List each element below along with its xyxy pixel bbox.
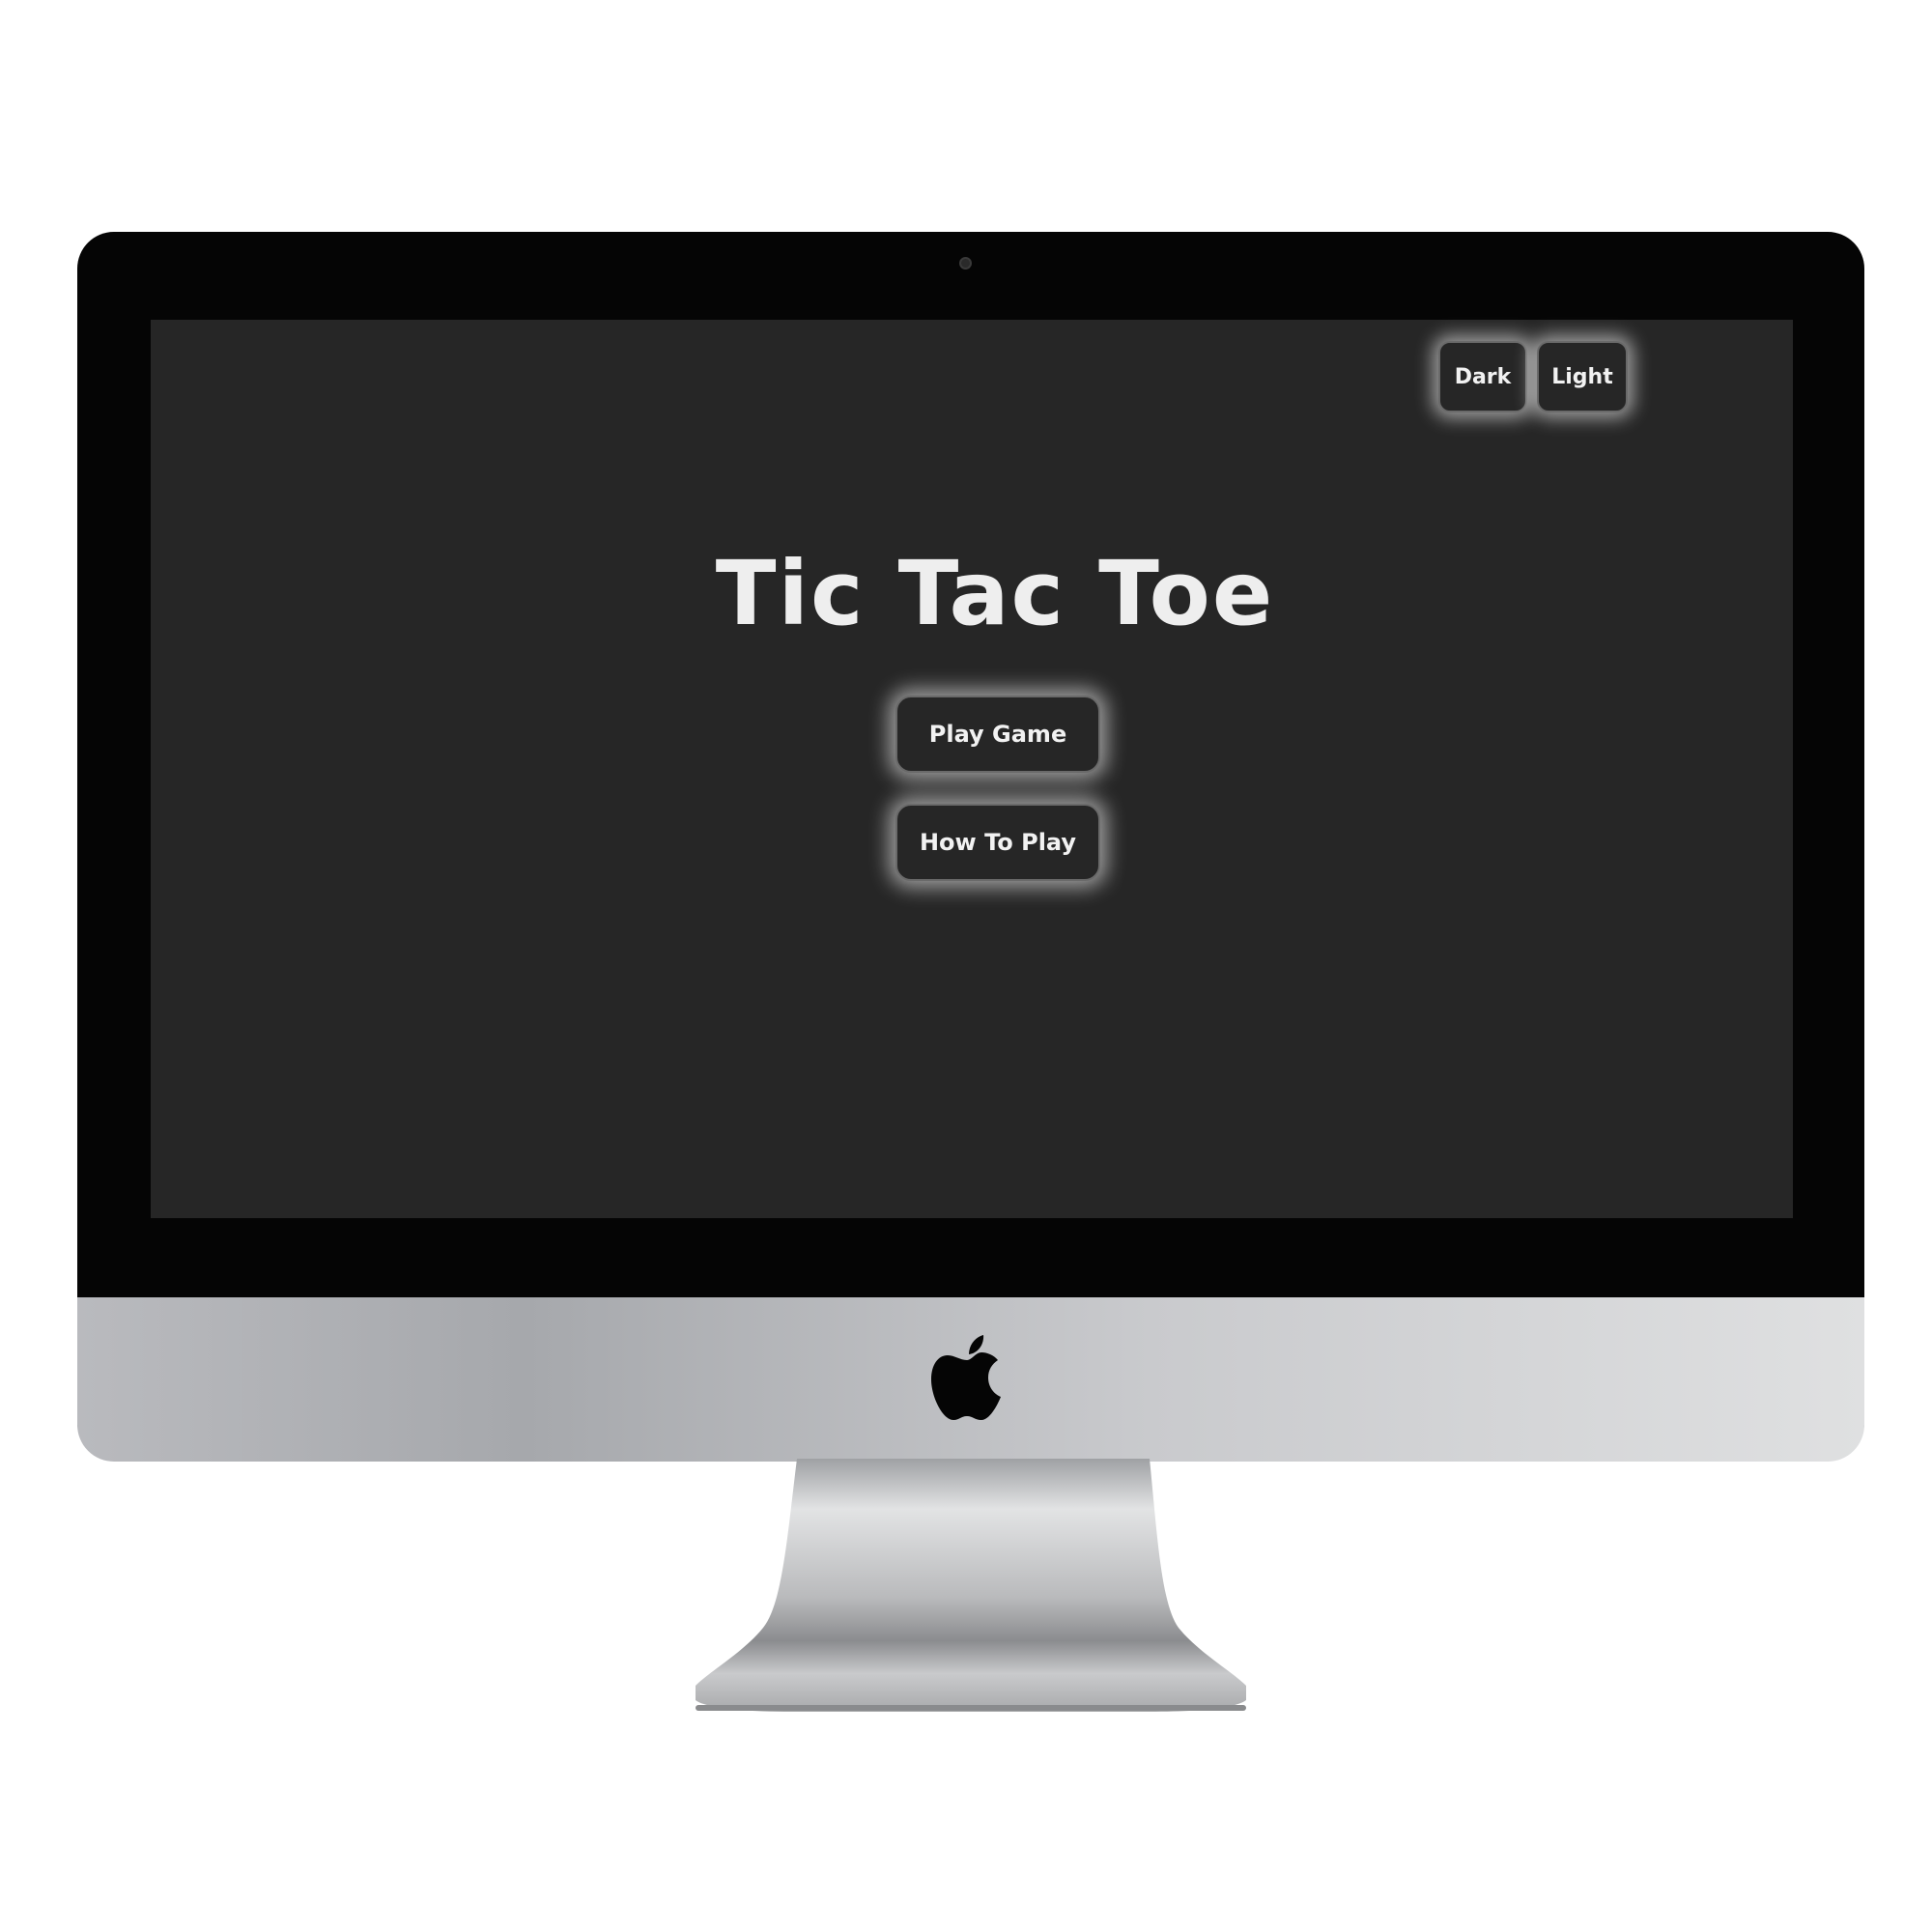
apple-logo-icon (931, 1335, 1001, 1420)
dark-theme-button[interactable]: Dark (1438, 341, 1527, 412)
page-title: Tic Tac Toe (715, 542, 1275, 645)
camera-icon (959, 257, 972, 270)
how-to-play-button[interactable]: How To Play (895, 804, 1100, 881)
monitor-stand (696, 1459, 1246, 1712)
light-theme-button[interactable]: Light (1537, 341, 1628, 412)
desktop-mockup: Dark Light Tic Tac Toe Play Game How To … (0, 0, 1932, 1932)
play-game-button[interactable]: Play Game (895, 696, 1100, 773)
